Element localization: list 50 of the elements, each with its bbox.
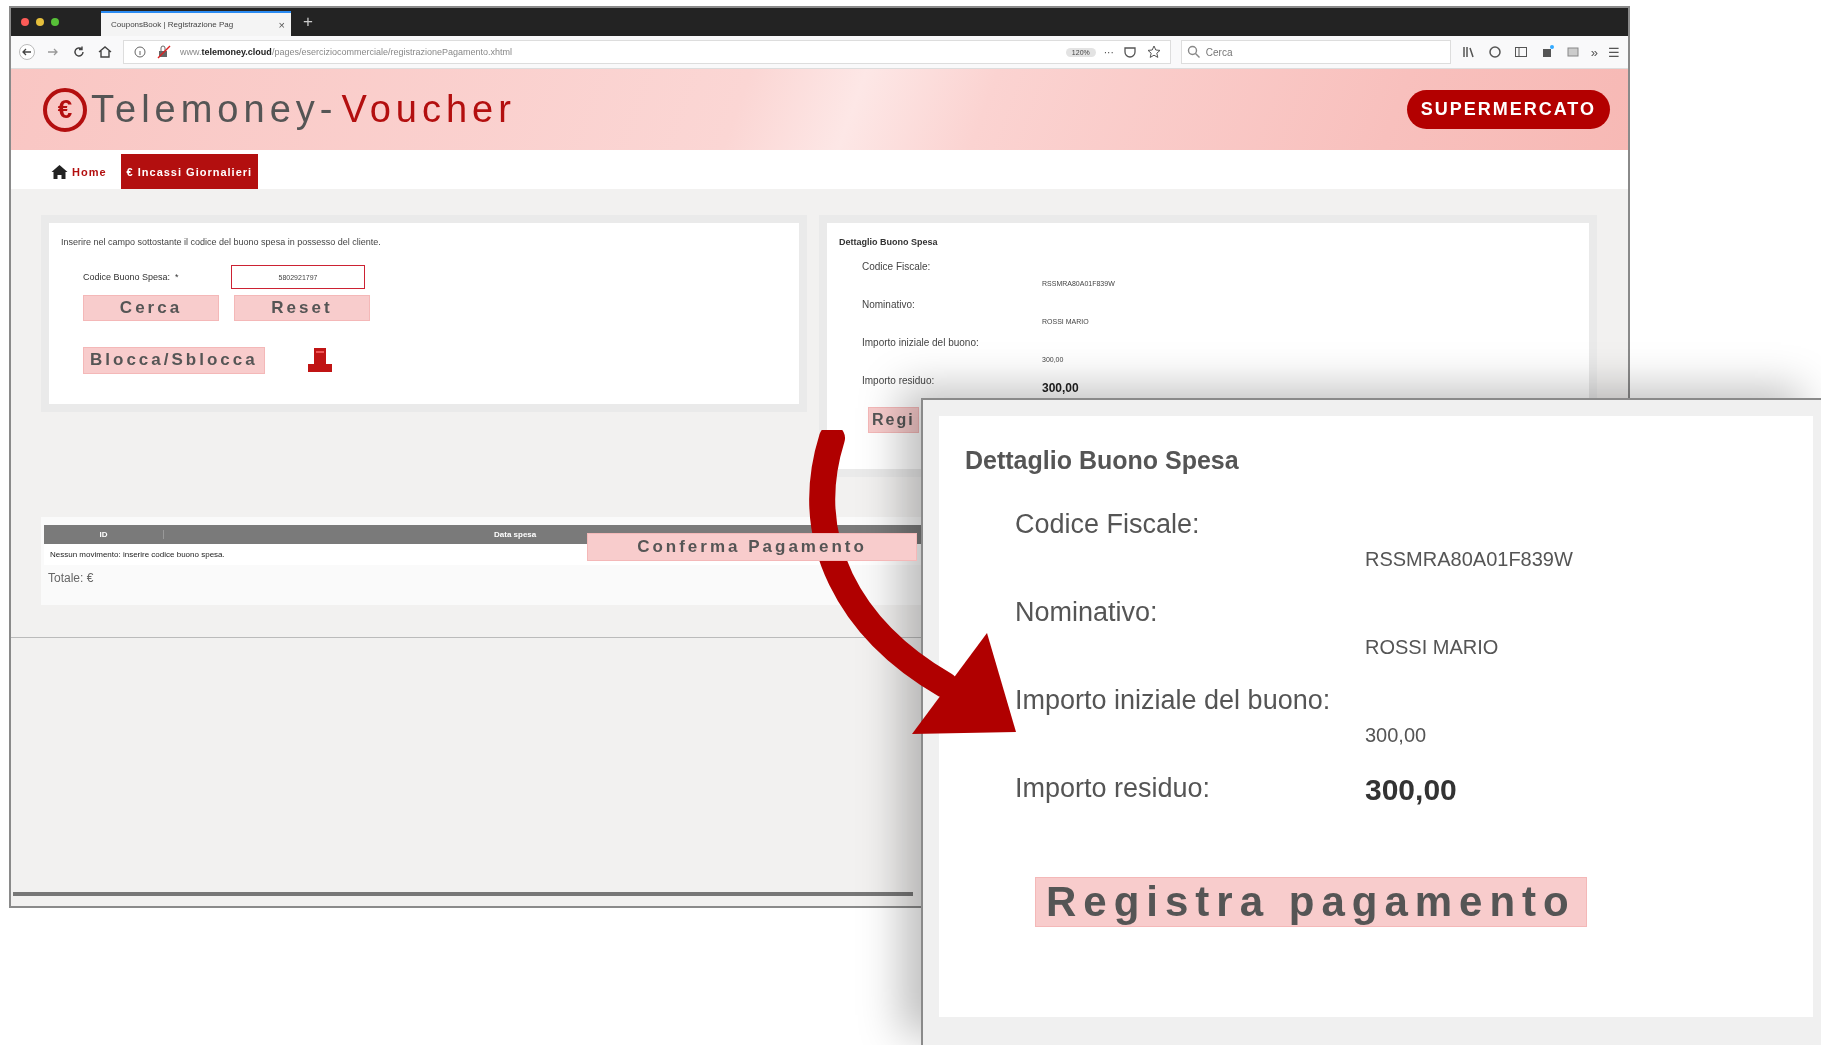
scrollbar[interactable] [13,892,913,896]
close-dot-icon[interactable] [21,18,29,26]
field-value: 300,00 [1365,724,1428,747]
insecure-lock-icon [156,44,172,60]
field-label: Importo iniziale del buono: [1015,685,1332,717]
info-icon[interactable] [132,44,148,60]
field-label: Nominativo: [862,299,916,312]
home-icon[interactable] [97,44,113,60]
form-button[interactable]: Reset [234,295,370,321]
panel-title: Dettaglio Buono Spesa [965,446,1240,475]
reload-icon[interactable] [71,44,87,60]
home-icon [51,163,68,180]
library-icon[interactable] [1460,44,1477,60]
browser-tab[interactable]: CouponsBook | Registrazione Pag × [101,11,291,36]
field-label: Codice Buono Spesa: * [83,272,180,282]
nav-tab[interactable]: Home [45,154,113,189]
overflow-menu-button[interactable]: » [1590,44,1598,60]
field-label: Codice Fiscale: [862,261,932,274]
menu-button[interactable]: ☰ [1608,44,1620,60]
bookmark-star-icon[interactable] [1145,44,1162,60]
search-field[interactable]: Cerca [1180,40,1451,64]
zoom-dot-icon[interactable] [51,18,59,26]
register-payment-button[interactable]: Regi [868,407,919,433]
total-text: Totale: € [47,570,95,587]
new-tab-button[interactable]: + [303,12,313,32]
field-label: Importo residuo: [862,375,936,388]
sync-icon[interactable] [1486,44,1503,60]
store-type-badge: SUPERMERCATO [1406,90,1610,129]
field-label: Importo iniziale del buono: [862,337,980,350]
lock-toggle-button[interactable]: Blocca/Sblocca [83,346,265,374]
euro-logo-icon: € [43,87,87,132]
instruction-text: Inserire nel campo sottostante il codice del buono spesa in possesso del cliente. [61,237,382,247]
field-label: Nominativo: [1015,597,1159,629]
field-value: 300,00 [1365,773,1458,807]
search-icon [1185,44,1202,60]
nav-tab[interactable]: € Incassi Giornalieri [120,154,259,189]
form-button[interactable]: Cerca [83,295,219,321]
back-icon[interactable] [19,44,35,60]
sidebar-icon[interactable] [1512,44,1529,60]
logo-text: Telemoney- [91,88,338,131]
confirm-payment-button[interactable]: Conferma Pagamento [587,533,917,561]
logo-product-text: Voucher [341,88,516,131]
more-actions-button[interactable]: ··· [1103,46,1114,58]
register-payment-button[interactable]: Registra pagamento [1035,877,1587,927]
column-header: ID [44,530,164,539]
field-label: Importo residuo: [1015,773,1212,805]
minimize-dot-icon[interactable] [36,18,44,26]
field-value: 300,00 [1042,381,1080,395]
panel-title: Dettaglio Buono Spesa [839,237,939,247]
field-value: ROSSI MARIO [1365,636,1500,659]
